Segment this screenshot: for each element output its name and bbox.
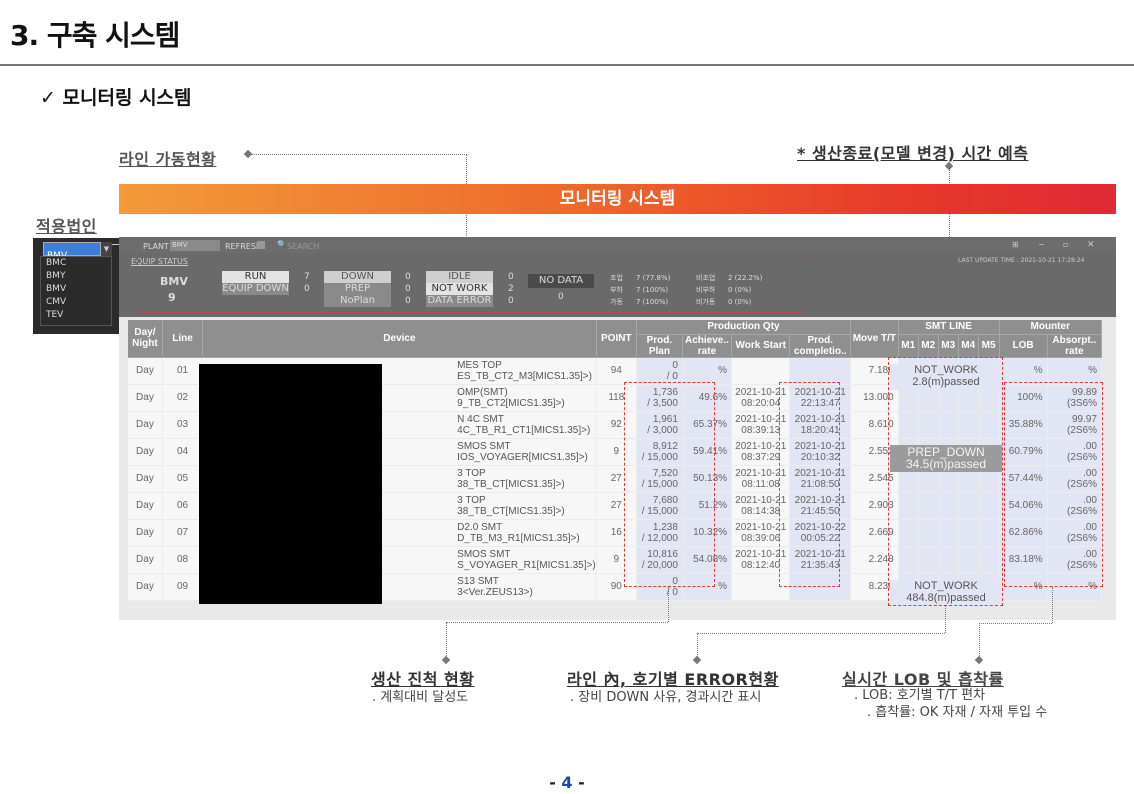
col-move-tt[interactable]: Move T/T: [850, 320, 899, 358]
col-line[interactable]: Line: [162, 320, 204, 358]
plant-selected[interactable]: BMV: [43, 242, 101, 261]
plant-option[interactable]: BMV: [41, 283, 111, 296]
plant-option[interactable]: TEV: [41, 309, 111, 322]
search-icon[interactable]: 🔍: [277, 240, 287, 249]
search-input[interactable]: SEARCH: [287, 242, 319, 251]
cell-day-night: Day: [128, 492, 163, 520]
cell-line: 01: [162, 357, 204, 385]
callout-prediction: * 생산종료(모델 변경) 시간 예측: [797, 144, 1029, 163]
smt-highlight: [888, 357, 1003, 606]
plant-list: BMC BMY BMV CMV TEV: [40, 256, 112, 326]
window-icon[interactable]: ⊞: [1012, 240, 1019, 249]
cell-day-night: Day: [128, 519, 163, 547]
callout-leader-line: [945, 606, 946, 633]
cell-line: 07: [162, 519, 204, 547]
callout-leader-line: [697, 633, 945, 634]
col-production-qty: Production Qty: [636, 320, 852, 335]
title-divider: [0, 64, 1134, 66]
cell-line: 06: [162, 492, 204, 520]
col-m5[interactable]: M5: [978, 334, 1000, 358]
col-work-start[interactable]: Work Start: [731, 334, 791, 358]
col-prod-completion[interactable]: Prod. completio..: [789, 334, 852, 358]
col-m3[interactable]: M3: [938, 334, 959, 358]
minimize-icon[interactable]: −: [1038, 240, 1045, 249]
cell-day-night: Day: [128, 546, 163, 574]
last-update: LAST UPDATE TIME : 2021-10-21 17:28:24: [958, 257, 1085, 264]
page-number: - 4 -: [549, 773, 585, 792]
col-achieve-rate[interactable]: Achieve.. rate: [682, 334, 733, 358]
callout-marker: [441, 655, 451, 665]
cell-day-night: Day: [128, 411, 163, 439]
cell-day-night: Day: [128, 357, 163, 385]
callout-leader-line: [446, 622, 668, 623]
callout-plant: 적용법인: [36, 217, 97, 236]
cell-line: 08: [162, 546, 204, 574]
refresh-checkbox[interactable]: [257, 241, 265, 249]
cell-day-night: Day: [128, 573, 163, 601]
col-prod-plan[interactable]: Prod. Plan: [636, 334, 683, 358]
cell-absorpt-rate: %: [1047, 357, 1103, 385]
col-lob[interactable]: LOB: [999, 334, 1048, 358]
callout-marker: [692, 655, 702, 665]
plant-label: PLANT: [143, 242, 169, 251]
cell-point: 94: [596, 357, 637, 385]
callout-marker: [974, 655, 984, 665]
cell-line: 03: [162, 411, 204, 439]
col-m4[interactable]: M4: [958, 334, 979, 358]
cell-day-night: Day: [128, 465, 163, 493]
cell-day-night: Day: [128, 438, 163, 466]
app-toolbar: [119, 237, 1116, 253]
col-smt-line: SMT LINE: [898, 320, 1000, 335]
callout-leader-line: [1052, 587, 1053, 623]
callout-error-sub: . 장비 DOWN 사유, 경과시간 표시: [570, 690, 762, 705]
callout-lob-sub1: . LOB: 호기별 T/T 편차: [854, 688, 986, 703]
col-day-night[interactable]: Day/ Night: [128, 320, 163, 358]
callout-leader-line: [446, 622, 447, 658]
cell-line: 05: [162, 465, 204, 493]
callout-leader-line: [668, 587, 669, 622]
callout-progress: 생산 진척 현황: [371, 670, 475, 689]
status-highlight: [137, 257, 802, 313]
plant-option[interactable]: CMV: [41, 296, 111, 309]
callout-leader-line: [979, 623, 980, 658]
callout-leader-line: [251, 154, 467, 155]
section-subtitle: ✓ 모니터링 시스템: [40, 87, 192, 109]
cell-prod-plan: 0/ 0: [636, 357, 683, 385]
cell-day-night: Day: [128, 384, 163, 412]
progress-highlight: [624, 382, 715, 587]
plant-option[interactable]: BMC: [41, 257, 111, 270]
plant-select[interactable]: BMV: [170, 240, 220, 251]
cell-line: 09: [162, 573, 204, 601]
chevron-down-icon[interactable]: ▼: [101, 242, 112, 256]
col-m2[interactable]: M2: [918, 334, 939, 358]
col-absorpt-rate[interactable]: Absorpt.. rate: [1047, 334, 1103, 358]
callout-line-status: 라인 가동현황: [119, 150, 217, 169]
col-mounter: Mounter: [999, 320, 1103, 335]
callout-progress-sub: . 계획대비 달성도: [372, 690, 469, 705]
callout-lob-sub2: . 흡착률: OK 자재 / 자재 투입 수: [867, 705, 1048, 720]
cell-lob: %: [999, 357, 1048, 385]
close-icon[interactable]: ✕: [1087, 240, 1095, 250]
monitoring-banner: 모니터링 시스템: [119, 184, 1116, 214]
cell-line: 02: [162, 384, 204, 412]
redaction-box: [199, 364, 382, 604]
maximize-icon[interactable]: ▫: [1063, 240, 1068, 249]
cell-prod-completion: [789, 357, 852, 385]
plant-option[interactable]: BMY: [41, 270, 111, 283]
col-m1[interactable]: M1: [898, 334, 919, 358]
slide-title: 3. 구축 시스템: [10, 19, 180, 52]
col-point[interactable]: POINT: [596, 320, 637, 358]
callout-lob: 실시간 LOB 및 흡착률: [842, 670, 1004, 689]
cell-line: 04: [162, 438, 204, 466]
cell-achieve-rate: %: [682, 357, 733, 385]
cell-work-start: [731, 357, 791, 385]
col-device[interactable]: Device: [202, 320, 597, 358]
mounter-highlight: [1004, 382, 1103, 587]
completion-highlight: [779, 382, 840, 587]
callout-leader-line: [979, 623, 1052, 624]
callout-error: 라인 內, 호기별 ERROR현황: [567, 670, 779, 689]
